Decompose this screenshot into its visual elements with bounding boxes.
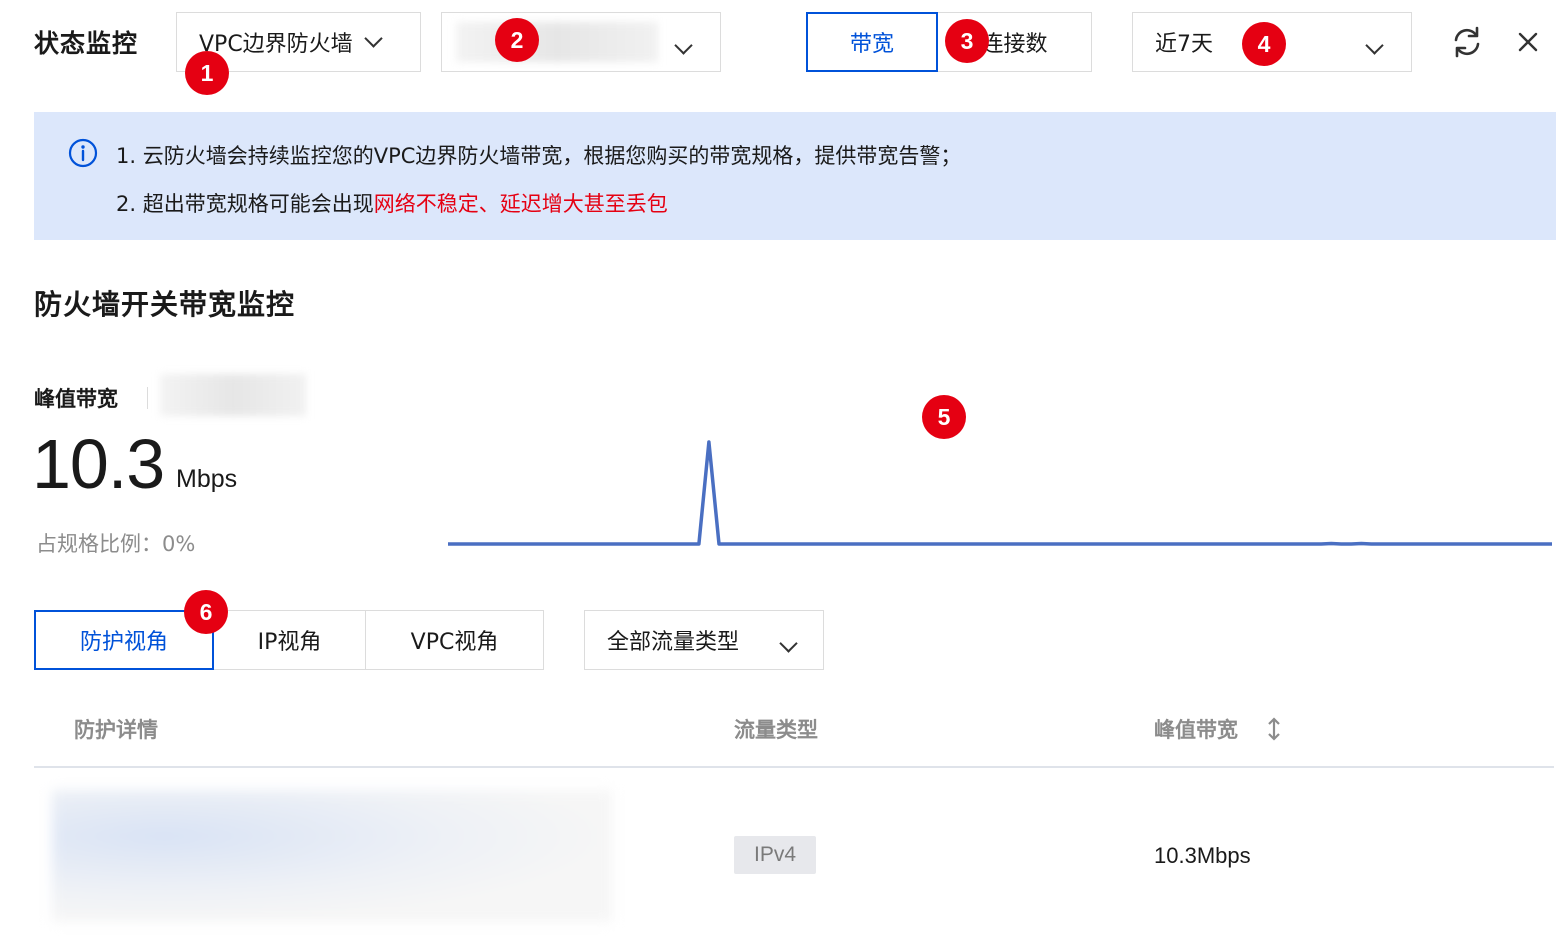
notice-warning-text: 网络不稳定、延迟增大甚至丢包 bbox=[373, 192, 668, 216]
table-header-divider bbox=[34, 766, 1554, 768]
callout-badge-3: 3 bbox=[945, 19, 989, 63]
tab-ip-view[interactable]: IP视角 bbox=[213, 610, 366, 670]
column-header-peak-bandwidth[interactable]: 峰值带宽 bbox=[1154, 714, 1238, 744]
callout-badge-4: 4 bbox=[1242, 22, 1286, 66]
callout-badge-5: 5 bbox=[922, 395, 966, 439]
chevron-down-icon bbox=[1365, 36, 1384, 55]
notice-line-2: 2. 超出带宽规格可能会出现网络不稳定、延迟增大甚至丢包 bbox=[116, 188, 668, 218]
notice-line-2-text: 2. 超出带宽规格可能会出现 bbox=[116, 192, 374, 216]
peak-bandwidth-value: 10.3 bbox=[32, 425, 165, 503]
sort-icon[interactable] bbox=[1266, 716, 1282, 746]
time-range-value: 近7天 bbox=[1155, 32, 1213, 57]
instance-value-redacted bbox=[456, 22, 658, 62]
close-icon[interactable] bbox=[1510, 24, 1546, 60]
tab-bandwidth[interactable]: 带宽 bbox=[806, 12, 938, 72]
traffic-type-value: 全部流量类型 bbox=[607, 630, 740, 655]
traffic-type-tag: IPv4 bbox=[734, 836, 816, 874]
refresh-icon[interactable] bbox=[1449, 24, 1485, 60]
traffic-type-select[interactable]: 全部流量类型 bbox=[584, 610, 824, 670]
spec-ratio: 占规格比例：0% bbox=[36, 532, 196, 556]
peak-bandwidth-label: 峰值带宽 bbox=[34, 387, 118, 411]
firewall-type-value: VPC边界防火墙 bbox=[199, 32, 353, 57]
section-title: 防火墙开关带宽监控 bbox=[34, 288, 296, 321]
chevron-down-icon bbox=[674, 36, 693, 55]
chevron-down-icon bbox=[363, 28, 383, 48]
divider bbox=[147, 387, 148, 409]
peak-time-redacted bbox=[160, 374, 306, 416]
peak-bandwidth-unit: Mbps bbox=[176, 465, 238, 493]
row-peak-bandwidth: 10.3Mbps bbox=[1154, 843, 1251, 868]
page-title: 状态监控 bbox=[34, 29, 139, 58]
notice-line-1: 1. 云防火墙会持续监控您的VPC边界防火墙带宽，根据您购买的带宽规格，提供带宽… bbox=[116, 144, 962, 168]
chevron-down-icon bbox=[779, 634, 798, 653]
tab-vpc-view[interactable]: VPC视角 bbox=[365, 610, 544, 670]
info-icon bbox=[68, 138, 98, 172]
callout-badge-2: 2 bbox=[495, 18, 539, 62]
table-row bbox=[52, 790, 612, 922]
bandwidth-chart bbox=[448, 440, 1552, 546]
column-header-traffic-type: 流量类型 bbox=[734, 718, 818, 742]
instance-select[interactable] bbox=[441, 12, 721, 72]
callout-badge-1: 1 bbox=[185, 51, 229, 95]
protection-details-redacted bbox=[52, 790, 612, 922]
info-notice: 1. 云防火墙会持续监控您的VPC边界防火墙带宽，根据您购买的带宽规格，提供带宽… bbox=[34, 112, 1556, 240]
callout-badge-6: 6 bbox=[184, 590, 228, 634]
column-header-details: 防护详情 bbox=[74, 718, 158, 742]
bandwidth-series-line bbox=[448, 440, 1552, 546]
